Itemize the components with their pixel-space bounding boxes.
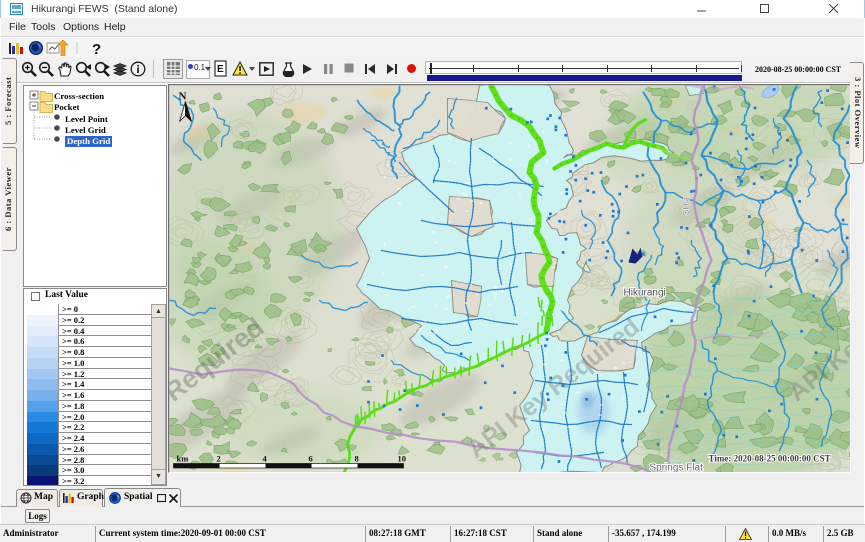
svg-text:?: ? [92, 41, 101, 56]
svg-text:6: 6 [309, 454, 313, 464]
svg-text:2: 2 [217, 454, 221, 464]
svg-text:8: 8 [355, 454, 359, 464]
svg-text:10: 10 [398, 454, 407, 464]
svg-text:E: E [217, 64, 224, 75]
svg-text:km: km [177, 454, 189, 464]
svg-text:N: N [179, 91, 187, 103]
svg-text:SH 1: SH 1 [681, 196, 692, 216]
svg-text:Time: 2020-08-25 00:00:00 CST: Time: 2020-08-25 00:00:00 CST [709, 454, 831, 464]
svg-text:Hikurangi: Hikurangi [624, 288, 666, 299]
svg-text:Springs Flat: Springs Flat [650, 463, 704, 474]
